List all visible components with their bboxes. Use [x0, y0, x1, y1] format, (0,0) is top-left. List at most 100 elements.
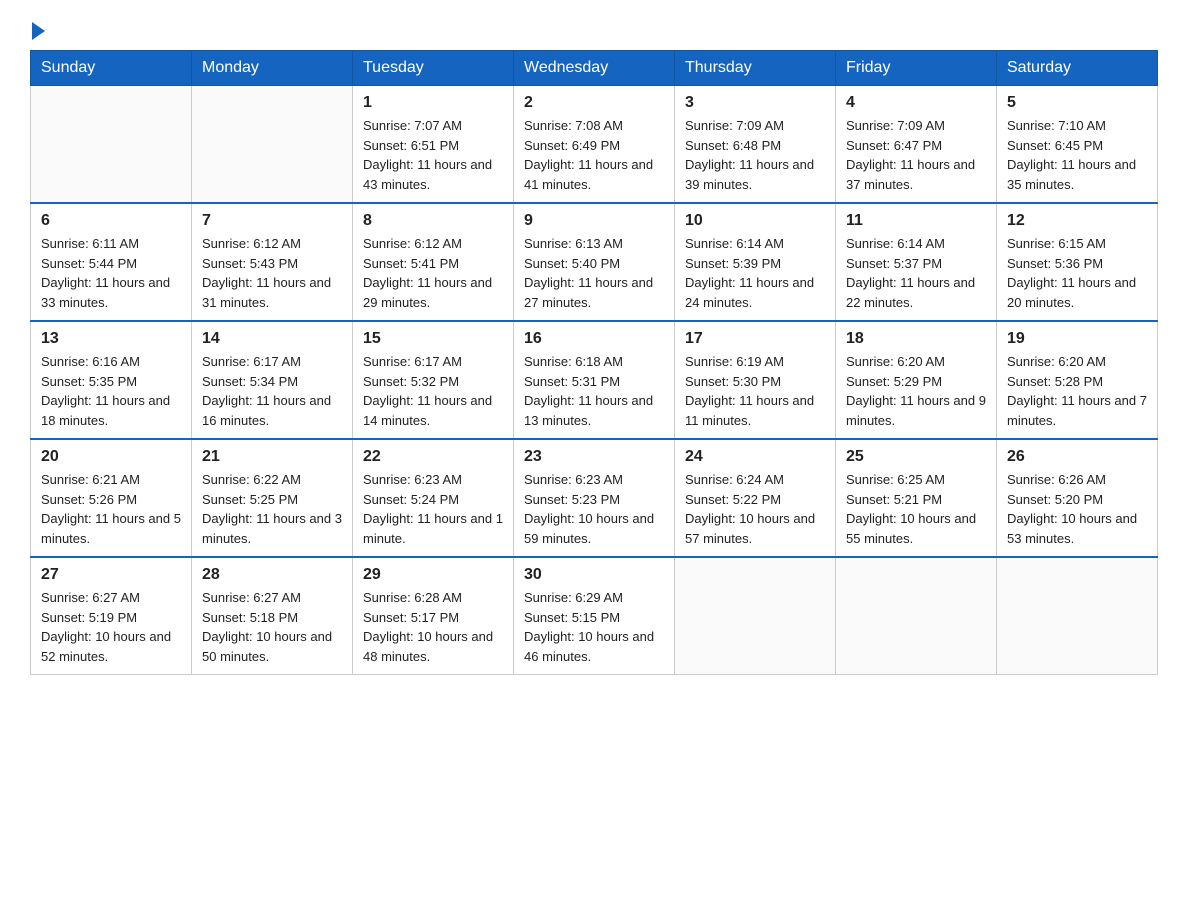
calendar-cell: 20 Sunrise: 6:21 AMSunset: 5:26 PMDayligh…: [31, 439, 192, 557]
calendar-cell: [997, 557, 1158, 675]
day-number: 15: [363, 330, 503, 348]
calendar-cell: 16 Sunrise: 6:18 AMSunset: 5:31 PMDayligh…: [514, 321, 675, 439]
day-number: 2: [524, 94, 664, 112]
day-number: 26: [1007, 448, 1147, 466]
day-info: Sunrise: 6:17 AMSunset: 5:32 PMDaylight:…: [363, 352, 503, 430]
day-number: 29: [363, 566, 503, 584]
calendar-cell: 15 Sunrise: 6:17 AMSunset: 5:32 PMDayligh…: [353, 321, 514, 439]
day-info: Sunrise: 7:10 AMSunset: 6:45 PMDaylight:…: [1007, 116, 1147, 194]
calendar-cell: 26 Sunrise: 6:26 AMSunset: 5:20 PMDayligh…: [997, 439, 1158, 557]
day-number: 7: [202, 212, 342, 230]
day-number: 5: [1007, 94, 1147, 112]
day-number: 19: [1007, 330, 1147, 348]
day-info: Sunrise: 7:08 AMSunset: 6:49 PMDaylight:…: [524, 116, 664, 194]
day-info: Sunrise: 6:20 AMSunset: 5:29 PMDaylight:…: [846, 352, 986, 430]
day-info: Sunrise: 6:27 AMSunset: 5:18 PMDaylight:…: [202, 588, 342, 666]
week-row-4: 20 Sunrise: 6:21 AMSunset: 5:26 PMDayligh…: [31, 439, 1158, 557]
day-info: Sunrise: 6:24 AMSunset: 5:22 PMDaylight:…: [685, 470, 825, 548]
day-info: Sunrise: 6:23 AMSunset: 5:23 PMDaylight:…: [524, 470, 664, 548]
calendar-cell: 27 Sunrise: 6:27 AMSunset: 5:19 PMDayligh…: [31, 557, 192, 675]
calendar-cell: 9 Sunrise: 6:13 AMSunset: 5:40 PMDaylight…: [514, 203, 675, 321]
calendar-cell: 12 Sunrise: 6:15 AMSunset: 5:36 PMDayligh…: [997, 203, 1158, 321]
logo: [30, 20, 45, 40]
calendar-cell: 6 Sunrise: 6:11 AMSunset: 5:44 PMDaylight…: [31, 203, 192, 321]
day-number: 30: [524, 566, 664, 584]
day-info: Sunrise: 6:27 AMSunset: 5:19 PMDaylight:…: [41, 588, 181, 666]
day-info: Sunrise: 6:14 AMSunset: 5:37 PMDaylight:…: [846, 234, 986, 312]
weekday-header-tuesday: Tuesday: [353, 51, 514, 86]
day-info: Sunrise: 6:17 AMSunset: 5:34 PMDaylight:…: [202, 352, 342, 430]
header: [30, 20, 1158, 40]
weekday-header-thursday: Thursday: [675, 51, 836, 86]
calendar-cell: [675, 557, 836, 675]
logo-arrow-icon: [32, 22, 45, 40]
calendar-cell: 19 Sunrise: 6:20 AMSunset: 5:28 PMDayligh…: [997, 321, 1158, 439]
calendar-cell: 17Sunrise: 6:19 AMSunset: 5:30 PMDayligh…: [675, 321, 836, 439]
day-info: Sunrise: 6:11 AMSunset: 5:44 PMDaylight:…: [41, 234, 181, 312]
day-info: Sunrise: 7:09 AMSunset: 6:47 PMDaylight:…: [846, 116, 986, 194]
calendar-cell: 13Sunrise: 6:16 AMSunset: 5:35 PMDayligh…: [31, 321, 192, 439]
calendar-cell: [31, 86, 192, 204]
day-info: Sunrise: 6:12 AMSunset: 5:41 PMDaylight:…: [363, 234, 503, 312]
day-number: 10: [685, 212, 825, 230]
calendar-cell: 10 Sunrise: 6:14 AMSunset: 5:39 PMDayligh…: [675, 203, 836, 321]
day-info: Sunrise: 6:23 AMSunset: 5:24 PMDaylight:…: [363, 470, 503, 548]
day-info: Sunrise: 7:07 AMSunset: 6:51 PMDaylight:…: [363, 116, 503, 194]
day-info: Sunrise: 6:15 AMSunset: 5:36 PMDaylight:…: [1007, 234, 1147, 312]
calendar-cell: 3 Sunrise: 7:09 AMSunset: 6:48 PMDaylight…: [675, 86, 836, 204]
week-row-2: 6 Sunrise: 6:11 AMSunset: 5:44 PMDaylight…: [31, 203, 1158, 321]
calendar-cell: 23 Sunrise: 6:23 AMSunset: 5:23 PMDayligh…: [514, 439, 675, 557]
day-number: 17: [685, 330, 825, 348]
calendar-cell: 22 Sunrise: 6:23 AMSunset: 5:24 PMDayligh…: [353, 439, 514, 557]
week-row-1: 1 Sunrise: 7:07 AMSunset: 6:51 PMDaylight…: [31, 86, 1158, 204]
calendar-cell: 30 Sunrise: 6:29 AMSunset: 5:15 PMDayligh…: [514, 557, 675, 675]
day-info: Sunrise: 6:25 AMSunset: 5:21 PMDaylight:…: [846, 470, 986, 548]
day-number: 3: [685, 94, 825, 112]
day-info: Sunrise: 7:09 AMSunset: 6:48 PMDaylight:…: [685, 116, 825, 194]
day-number: 22: [363, 448, 503, 466]
calendar-cell: 25 Sunrise: 6:25 AMSunset: 5:21 PMDayligh…: [836, 439, 997, 557]
day-info: Sunrise: 6:20 AMSunset: 5:28 PMDaylight:…: [1007, 352, 1147, 430]
day-info: Sunrise: 6:29 AMSunset: 5:15 PMDaylight:…: [524, 588, 664, 666]
calendar-cell: 1 Sunrise: 7:07 AMSunset: 6:51 PMDaylight…: [353, 86, 514, 204]
calendar-cell: 8 Sunrise: 6:12 AMSunset: 5:41 PMDaylight…: [353, 203, 514, 321]
calendar-cell: 11Sunrise: 6:14 AMSunset: 5:37 PMDayligh…: [836, 203, 997, 321]
day-number: 4: [846, 94, 986, 112]
day-number: 27: [41, 566, 181, 584]
calendar-cell: 21 Sunrise: 6:22 AMSunset: 5:25 PMDayligh…: [192, 439, 353, 557]
day-number: 18: [846, 330, 986, 348]
day-info: Sunrise: 6:18 AMSunset: 5:31 PMDaylight:…: [524, 352, 664, 430]
day-number: 13: [41, 330, 181, 348]
calendar-cell: 14 Sunrise: 6:17 AMSunset: 5:34 PMDayligh…: [192, 321, 353, 439]
day-number: 6: [41, 212, 181, 230]
day-number: 12: [1007, 212, 1147, 230]
day-info: Sunrise: 6:13 AMSunset: 5:40 PMDaylight:…: [524, 234, 664, 312]
day-info: Sunrise: 6:12 AMSunset: 5:43 PMDaylight:…: [202, 234, 342, 312]
weekday-header-friday: Friday: [836, 51, 997, 86]
day-number: 20: [41, 448, 181, 466]
weekday-header-sunday: Sunday: [31, 51, 192, 86]
day-number: 23: [524, 448, 664, 466]
calendar-cell: 5 Sunrise: 7:10 AMSunset: 6:45 PMDaylight…: [997, 86, 1158, 204]
day-info: Sunrise: 6:26 AMSunset: 5:20 PMDaylight:…: [1007, 470, 1147, 548]
calendar-cell: 28Sunrise: 6:27 AMSunset: 5:18 PMDayligh…: [192, 557, 353, 675]
day-number: 8: [363, 212, 503, 230]
weekday-header-row: SundayMondayTuesdayWednesdayThursdayFrid…: [31, 51, 1158, 86]
day-info: Sunrise: 6:14 AMSunset: 5:39 PMDaylight:…: [685, 234, 825, 312]
day-info: Sunrise: 6:21 AMSunset: 5:26 PMDaylight:…: [41, 470, 181, 548]
day-number: 1: [363, 94, 503, 112]
day-number: 21: [202, 448, 342, 466]
weekday-header-wednesday: Wednesday: [514, 51, 675, 86]
calendar-cell: 7 Sunrise: 6:12 AMSunset: 5:43 PMDaylight…: [192, 203, 353, 321]
day-number: 9: [524, 212, 664, 230]
calendar-cell: 4 Sunrise: 7:09 AMSunset: 6:47 PMDaylight…: [836, 86, 997, 204]
weekday-header-monday: Monday: [192, 51, 353, 86]
day-info: Sunrise: 6:22 AMSunset: 5:25 PMDaylight:…: [202, 470, 342, 548]
calendar-cell: 24Sunrise: 6:24 AMSunset: 5:22 PMDayligh…: [675, 439, 836, 557]
weekday-header-saturday: Saturday: [997, 51, 1158, 86]
week-row-3: 13Sunrise: 6:16 AMSunset: 5:35 PMDayligh…: [31, 321, 1158, 439]
day-number: 25: [846, 448, 986, 466]
day-number: 14: [202, 330, 342, 348]
day-number: 16: [524, 330, 664, 348]
calendar-cell: 29Sunrise: 6:28 AMSunset: 5:17 PMDayligh…: [353, 557, 514, 675]
